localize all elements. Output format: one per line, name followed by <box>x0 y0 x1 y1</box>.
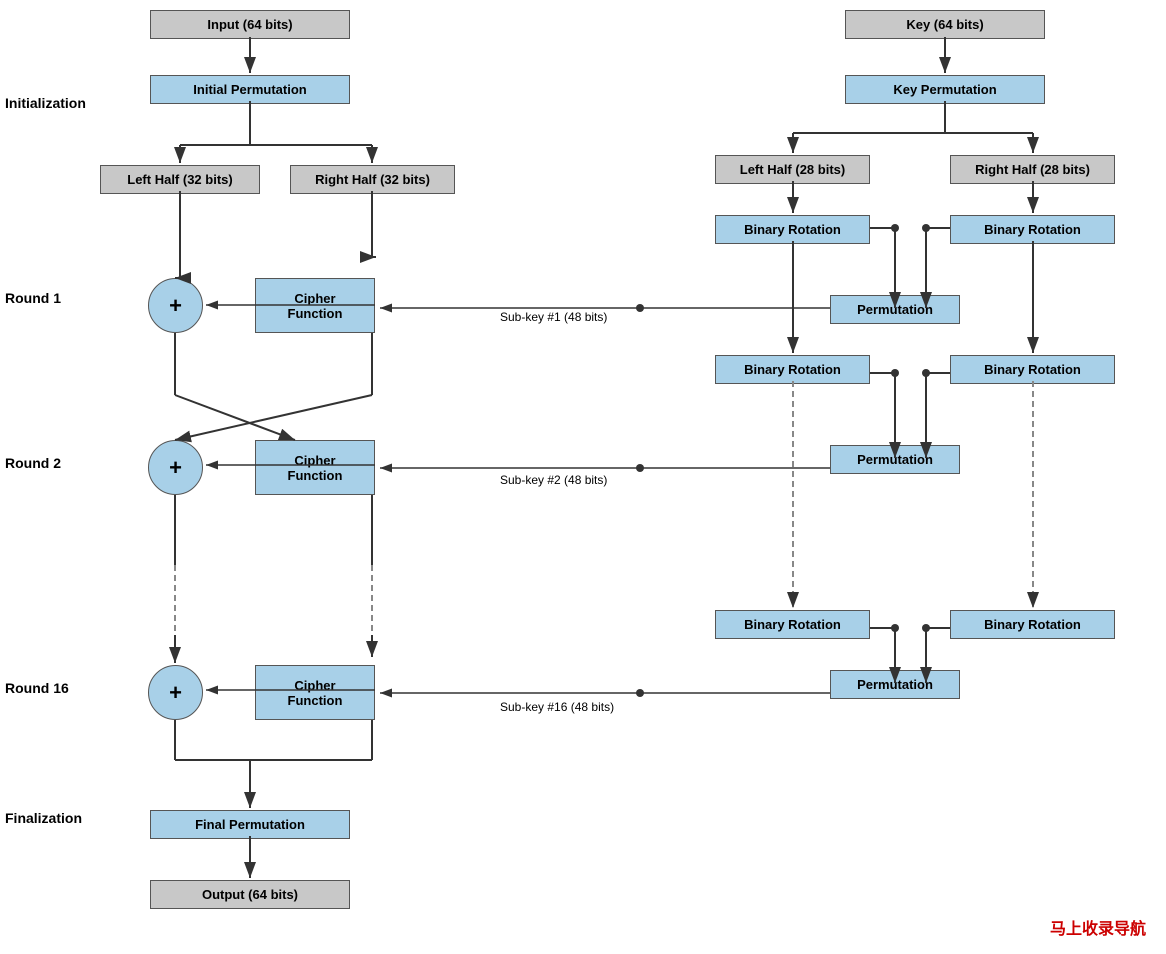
binary-rotation-lh1-box: Binary Rotation <box>715 215 870 244</box>
permutation16-box: Permutation <box>830 670 960 699</box>
final-permutation-box: Final Permutation <box>150 810 350 839</box>
label-round2: Round 2 <box>5 455 61 471</box>
diagram-container: Initialization Round 1 Round 2 Round 16 … <box>0 0 1166 954</box>
plus-symbol-1: + <box>169 293 182 319</box>
cipher-function-2-box: Cipher Function <box>255 440 375 495</box>
plus-symbol-16: + <box>169 680 182 706</box>
xor-circle-1: + <box>148 278 203 333</box>
label-finalization: Finalization <box>5 810 82 826</box>
cipher-function-16-box: Cipher Function <box>255 665 375 720</box>
label-round16: Round 16 <box>5 680 69 696</box>
initial-permutation-box: Initial Permutation <box>150 75 350 104</box>
label-round1: Round 1 <box>5 290 61 306</box>
xor-circle-16: + <box>148 665 203 720</box>
key-permutation-box: Key Permutation <box>845 75 1045 104</box>
left-half-28-box: Left Half (28 bits) <box>715 155 870 184</box>
label-initialization: Initialization <box>5 95 86 111</box>
binary-rotation-rh1-box: Binary Rotation <box>950 215 1115 244</box>
subkey1-label: Sub-key #1 (48 bits) <box>500 310 607 324</box>
permutation2-box: Permutation <box>830 445 960 474</box>
right-half-32-box: Right Half (32 bits) <box>290 165 455 194</box>
watermark-text: 马上收录导航 <box>1050 915 1146 939</box>
right-half-28-box: Right Half (28 bits) <box>950 155 1115 184</box>
binary-rotation-lh2-box: Binary Rotation <box>715 355 870 384</box>
binary-rotation-rh16-box: Binary Rotation <box>950 610 1115 639</box>
binary-rotation-lh16-box: Binary Rotation <box>715 610 870 639</box>
subkey2-label: Sub-key #2 (48 bits) <box>500 473 607 487</box>
input-box: Input (64 bits) <box>150 10 350 39</box>
output-box: Output (64 bits) <box>150 880 350 909</box>
key-box: Key (64 bits) <box>845 10 1045 39</box>
left-half-32-box: Left Half (32 bits) <box>100 165 260 194</box>
permutation1-box: Permutation <box>830 295 960 324</box>
cipher-function-1-box: Cipher Function <box>255 278 375 333</box>
binary-rotation-rh2-box: Binary Rotation <box>950 355 1115 384</box>
subkey16-label: Sub-key #16 (48 bits) <box>500 700 614 714</box>
plus-symbol-2: + <box>169 455 182 481</box>
xor-circle-2: + <box>148 440 203 495</box>
